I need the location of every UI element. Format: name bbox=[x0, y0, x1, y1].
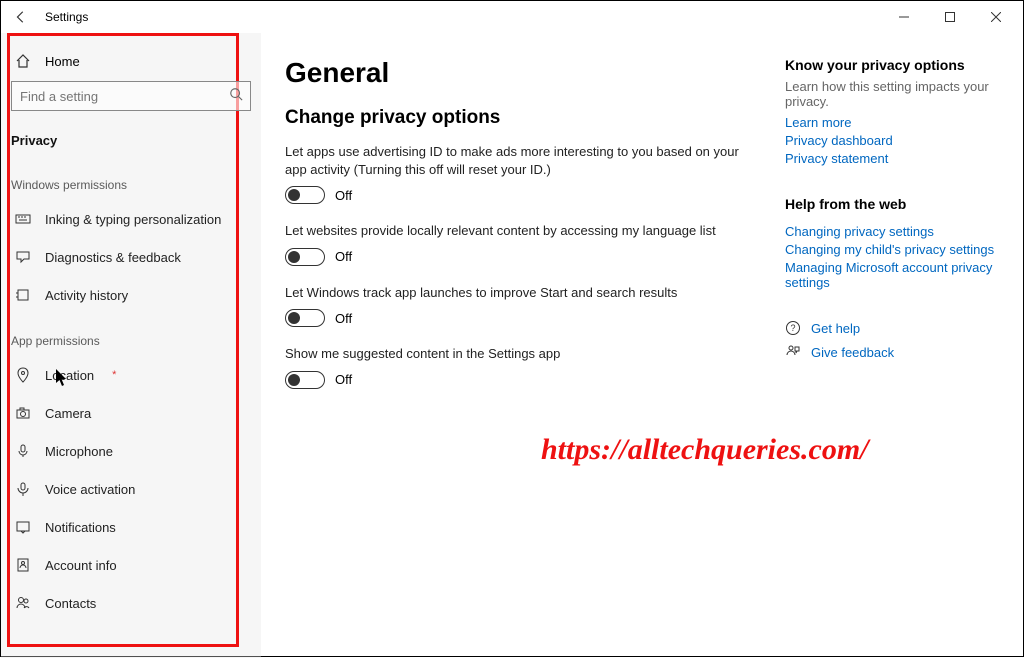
sidebar-home-label: Home bbox=[45, 54, 80, 69]
account-icon bbox=[15, 557, 31, 573]
sidebar-item-voice[interactable]: Voice activation bbox=[1, 470, 261, 508]
contacts-icon bbox=[15, 595, 31, 611]
link-privacy-dashboard[interactable]: Privacy dashboard bbox=[785, 133, 995, 148]
search-input[interactable] bbox=[11, 81, 251, 111]
aside-know-desc: Learn how this setting impacts your priv… bbox=[785, 79, 995, 109]
title-bar: Settings bbox=[1, 1, 1023, 33]
give-feedback-link[interactable]: Give feedback bbox=[785, 344, 995, 360]
voice-icon bbox=[15, 481, 31, 497]
sidebar-item-activity[interactable]: Activity history bbox=[1, 276, 261, 314]
search-wrap bbox=[1, 81, 261, 119]
microphone-icon bbox=[15, 443, 31, 459]
toggle-state: Off bbox=[335, 311, 352, 326]
minimize-icon bbox=[899, 12, 909, 22]
setting-suggested-content: Show me suggested content in the Setting… bbox=[285, 345, 745, 389]
link-privacy-statement[interactable]: Privacy statement bbox=[785, 151, 995, 166]
get-help-link[interactable]: ? Get help bbox=[785, 320, 995, 336]
main-column: General Change privacy options Let apps … bbox=[285, 57, 745, 658]
help-icon: ? bbox=[785, 320, 801, 336]
setting-app-launches: Let Windows track app launches to improv… bbox=[285, 284, 745, 328]
close-button[interactable] bbox=[973, 1, 1019, 33]
window-title: Settings bbox=[45, 10, 88, 24]
home-icon bbox=[15, 53, 31, 69]
sidebar-item-label: Contacts bbox=[45, 596, 96, 611]
sidebar-item-notifications[interactable]: Notifications bbox=[1, 508, 261, 546]
sidebar-item-label: Inking & typing personalization bbox=[45, 212, 221, 227]
maximize-button[interactable] bbox=[927, 1, 973, 33]
sidebar-item-inking[interactable]: Inking & typing personalization bbox=[1, 200, 261, 238]
link-learn-more[interactable]: Learn more bbox=[785, 115, 995, 130]
minimize-button[interactable] bbox=[881, 1, 927, 33]
location-icon bbox=[15, 367, 31, 383]
notification-icon bbox=[15, 519, 31, 535]
sidebar-item-label: Diagnostics & feedback bbox=[45, 250, 181, 265]
toggle-state: Off bbox=[335, 372, 352, 387]
sidebar-item-label: Microphone bbox=[45, 444, 113, 459]
feedback-icon bbox=[785, 344, 801, 360]
aside-help-title: Help from the web bbox=[785, 196, 995, 212]
setting-desc: Let websites provide locally relevant co… bbox=[285, 222, 745, 240]
maximize-icon bbox=[945, 12, 955, 22]
aside-column: Know your privacy options Learn how this… bbox=[785, 57, 995, 658]
get-help-label: Get help bbox=[811, 321, 860, 336]
history-icon bbox=[15, 287, 31, 303]
toggle-state: Off bbox=[335, 249, 352, 264]
aside-know-title: Know your privacy options bbox=[785, 57, 995, 73]
sidebar-group-windows: Windows permissions bbox=[1, 158, 261, 200]
toggle-suggested-content[interactable] bbox=[285, 371, 325, 389]
sidebar-item-label: Notifications bbox=[45, 520, 116, 535]
toggle-language-list[interactable] bbox=[285, 248, 325, 266]
arrow-left-icon bbox=[14, 10, 28, 24]
link-msa-privacy[interactable]: Managing Microsoft account privacy setti… bbox=[785, 260, 995, 290]
sidebar-item-microphone[interactable]: Microphone bbox=[1, 432, 261, 470]
toggle-advertising-id[interactable] bbox=[285, 186, 325, 204]
camera-icon bbox=[15, 405, 31, 421]
setting-desc: Let Windows track app launches to improv… bbox=[285, 284, 745, 302]
page-title: General bbox=[285, 57, 745, 89]
section-heading: Change privacy options bbox=[285, 107, 745, 129]
content: General Change privacy options Let apps … bbox=[261, 33, 1023, 658]
sidebar-item-location[interactable]: Location * bbox=[1, 356, 261, 394]
setting-desc: Show me suggested content in the Setting… bbox=[285, 345, 745, 363]
link-changing-privacy[interactable]: Changing privacy settings bbox=[785, 224, 995, 239]
toggle-app-launches[interactable] bbox=[285, 309, 325, 327]
sidebar-group-app: App permissions bbox=[1, 314, 261, 356]
sidebar-item-label: Camera bbox=[45, 406, 91, 421]
sidebar-home[interactable]: Home bbox=[1, 41, 261, 81]
back-button[interactable] bbox=[5, 1, 37, 33]
sidebar-item-label: Voice activation bbox=[45, 482, 135, 497]
sidebar-item-label: Account info bbox=[45, 558, 117, 573]
sidebar-item-diagnostics[interactable]: Diagnostics & feedback bbox=[1, 238, 261, 276]
close-icon bbox=[991, 12, 1001, 22]
sidebar: Home Privacy Windows permissions Inking … bbox=[1, 33, 261, 658]
toggle-state: Off bbox=[335, 188, 352, 203]
sidebar-item-label: Activity history bbox=[45, 288, 128, 303]
keyboard-icon bbox=[15, 211, 31, 227]
sidebar-item-account[interactable]: Account info bbox=[1, 546, 261, 584]
flag-indicator: * bbox=[112, 369, 116, 381]
setting-language-list: Let websites provide locally relevant co… bbox=[285, 222, 745, 266]
setting-desc: Let apps use advertising ID to make ads … bbox=[285, 143, 745, 178]
sidebar-item-label: Location bbox=[45, 368, 94, 383]
svg-text:?: ? bbox=[790, 323, 795, 333]
link-child-privacy[interactable]: Changing my child's privacy settings bbox=[785, 242, 995, 257]
setting-advertising-id: Let apps use advertising ID to make ads … bbox=[285, 143, 745, 204]
sidebar-item-camera[interactable]: Camera bbox=[1, 394, 261, 432]
feedback-icon bbox=[15, 249, 31, 265]
give-feedback-label: Give feedback bbox=[811, 345, 894, 360]
sidebar-category: Privacy bbox=[1, 119, 261, 158]
sidebar-item-contacts[interactable]: Contacts bbox=[1, 584, 261, 622]
